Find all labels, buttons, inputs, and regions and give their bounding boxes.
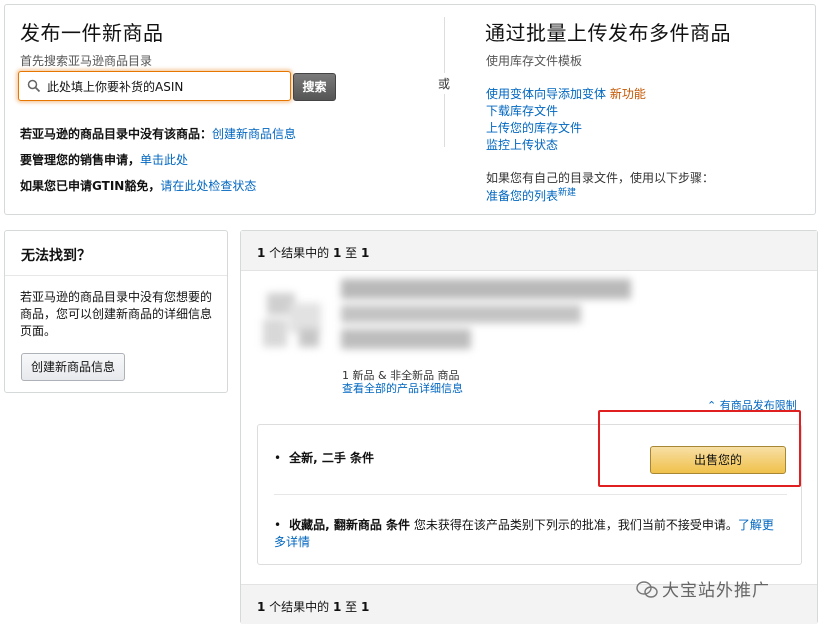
product-title-obscured [341,279,639,361]
search-button[interactable]: 搜索 [293,73,336,101]
monitor-upload-link[interactable]: 监控上传状态 [486,136,558,153]
or-label: 或 [438,73,451,94]
product-thumbnail[interactable] [259,289,329,351]
condition-collectible-refurb: • 收藏品, 翻新商品 条件 您未获得在该产品类别下列示的批准，我们当前不接受申请… [274,518,774,549]
asin-search-input[interactable] [47,76,283,96]
create-new-product-button[interactable]: 创建新商品信息 [21,353,125,381]
create-listing-prompt: 若亚马逊的商品目录中没有该商品： [20,127,213,141]
new-feature-badge: 新功能 [609,87,646,101]
gtin-exemption-prompt: 如果您已申请GTIN豁免， [20,179,161,193]
condition-separator [274,494,787,495]
condition-new-used: • 全新, 二手 条件 [274,451,374,465]
cant-find-header: 无法找到？ [5,231,227,276]
upload-inventory-link[interactable]: 上传您的库存文件 [486,119,582,136]
own-template-text: 如果您有自己的目录文件，使用以下步骤： [486,171,715,185]
download-inventory-link[interactable]: 下载库存文件 [486,102,558,119]
check-status-link[interactable]: 请在此处检查状态 [160,179,256,193]
manage-requests-line: 要管理您的销售申请，单击此处 [20,151,188,168]
create-listing-line: 若亚马逊的商品目录中没有该商品：创建新商品信息 [20,125,296,142]
publish-single-title: 发布一件新商品 [20,21,164,45]
wechat-icon [636,581,658,598]
cant-find-description: 若亚马逊的商品目录中没有您想要的商品，您可以创建新商品的详细信息页面。 [20,290,213,338]
results-panel: 1 个结果中的 1 至 1 1 新品 & 非全新品 商品 查看全部的产品详细信息… [240,230,818,624]
publish-bulk-subtitle: 使用库存文件模板 [486,54,583,68]
results-count-top: 1 个结果中的 1 至 1 [257,246,370,260]
manage-requests-prompt: 要管理您的销售申请， [20,153,141,167]
click-here-link[interactable]: 单击此处 [140,153,188,167]
view-product-details-link[interactable]: 查看全部的产品详细信息 [342,380,463,396]
cant-find-panel: 无法找到？ 若亚马逊的商品目录中没有您想要的商品，您可以创建新商品的详细信息页面… [4,230,228,393]
prepare-listing-line: 准备您的列表新建 [486,185,576,204]
variation-wizard-line: 使用变体向导添加变体 新功能 [486,85,646,102]
create-listing-link[interactable]: 创建新商品信息 [212,127,296,141]
highlight-annotation-box [598,410,801,487]
publish-bulk-title: 通过批量上传发布多件商品 [485,21,731,45]
cant-find-title: 无法找到？ [21,248,91,264]
search-icon [27,79,41,93]
new-badge: 新建 [558,188,577,198]
results-count-bottom: 1 个结果中的 1 至 1 [257,600,370,614]
results-header: 1 个结果中的 1 至 1 [241,231,817,271]
publish-single-subtitle: 首先搜索亚马逊商品目录 [20,54,153,68]
variation-wizard-link[interactable]: 使用变体向导添加变体 [486,87,606,101]
watermark: 大宝站外推广 [636,576,770,601]
prepare-listing-link[interactable]: 准备您的列表 [486,189,558,203]
publish-panel: 发布一件新商品 首先搜索亚马逊商品目录 搜索 若亚马逊的商品目录中没有该商品：创… [4,4,816,215]
gtin-exemption-line: 如果您已申请GTIN豁免，请在此处检查状态 [20,177,256,194]
asin-search-field[interactable] [18,71,291,101]
